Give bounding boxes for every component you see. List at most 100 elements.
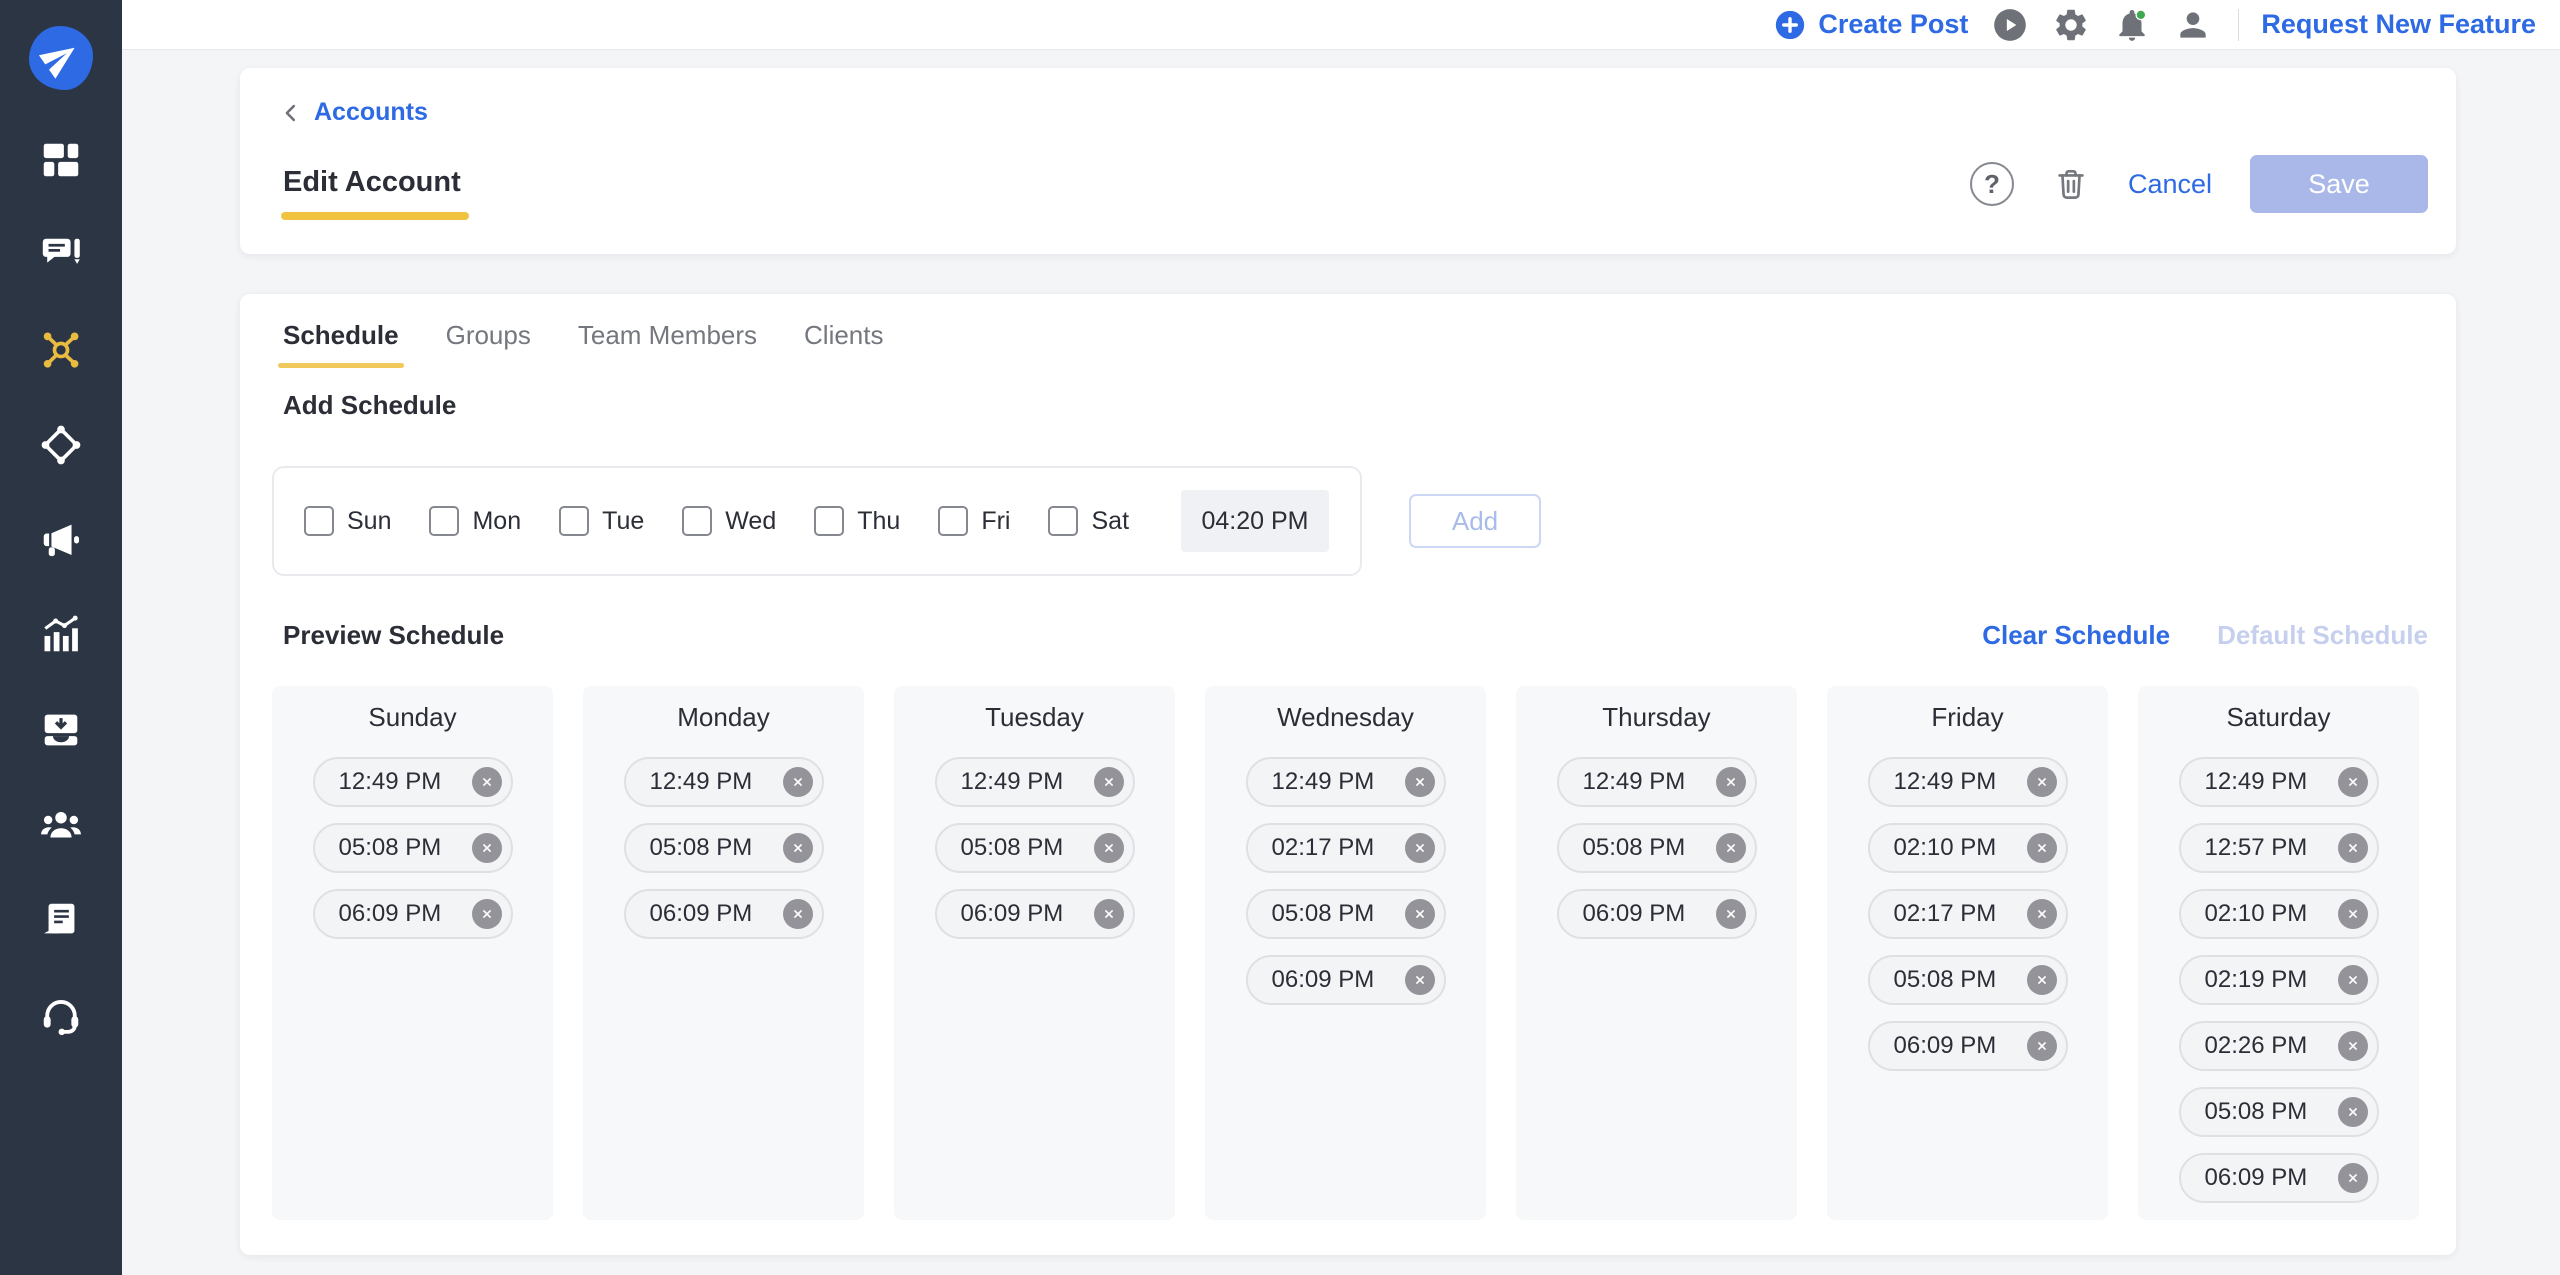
day-column-sunday: Sunday 12:49 PM 05:08 PM 06:09 PM xyxy=(272,686,553,1220)
chips-list: 12:49 PM 05:08 PM 06:09 PM xyxy=(894,757,1175,939)
day-column-title: Friday xyxy=(1931,702,2004,732)
close-icon xyxy=(1412,906,1428,922)
schedule-time-chip: 06:09 PM xyxy=(2178,1153,2379,1203)
schedule-time-chip: 02:17 PM xyxy=(1245,823,1446,873)
sidebar-item-headset[interactable] xyxy=(38,992,84,1038)
chevron-left-icon xyxy=(278,100,304,126)
close-icon xyxy=(479,840,495,856)
close-icon xyxy=(2345,906,2361,922)
help-button[interactable]: ? xyxy=(1969,162,2014,206)
remove-time-button[interactable] xyxy=(782,767,813,797)
remove-time-button[interactable] xyxy=(1715,833,1746,863)
remove-time-button[interactable] xyxy=(2337,767,2368,797)
remove-time-button[interactable] xyxy=(2026,767,2057,797)
tab-team-members[interactable]: Team Members xyxy=(578,320,757,368)
breadcrumb-back-link[interactable]: Accounts xyxy=(278,98,428,127)
schedule-time-chip: 02:10 PM xyxy=(2178,889,2379,939)
profile-icon[interactable] xyxy=(2174,6,2212,44)
request-new-feature-link[interactable]: Request New Feature xyxy=(2261,9,2536,40)
add-button[interactable]: Add xyxy=(1409,494,1541,548)
default-schedule-link[interactable]: Default Schedule xyxy=(2217,620,2428,651)
schedule-time-chip: 05:08 PM xyxy=(934,823,1135,873)
remove-time-button[interactable] xyxy=(2026,1031,2057,1061)
remove-time-button[interactable] xyxy=(1404,767,1435,797)
inbox-tray-icon xyxy=(38,707,84,753)
day-checkbox-thu[interactable] xyxy=(814,506,845,536)
tab-clients[interactable]: Clients xyxy=(804,320,883,368)
day-checkbox-tue[interactable] xyxy=(559,506,590,536)
preview-schedule-heading: Preview Schedule xyxy=(283,620,505,650)
close-icon xyxy=(2034,1038,2050,1054)
remove-time-button[interactable] xyxy=(2337,1031,2368,1061)
chip-time: 02:19 PM xyxy=(2204,966,2308,993)
day-checkbox-wed[interactable] xyxy=(682,506,713,536)
remove-time-button[interactable] xyxy=(2337,965,2368,995)
tab-groups[interactable]: Groups xyxy=(446,320,531,368)
schedule-links: Clear Schedule Default Schedule xyxy=(1982,620,2428,651)
remove-time-button[interactable] xyxy=(1715,767,1746,797)
close-icon xyxy=(2034,840,2050,856)
sidebar-item-inbox-tray[interactable] xyxy=(38,707,84,753)
sidebar-item-dashboard-grid[interactable] xyxy=(38,137,84,183)
cancel-button[interactable]: Cancel xyxy=(2128,169,2212,200)
chips-list: 12:49 PM 05:08 PM 06:09 PM xyxy=(272,757,553,939)
tabs: Schedule Groups Team Members Clients xyxy=(278,320,884,368)
remove-time-button[interactable] xyxy=(471,767,502,797)
remove-time-button[interactable] xyxy=(782,833,813,863)
remove-time-button[interactable] xyxy=(782,899,813,929)
remove-time-button[interactable] xyxy=(2337,1097,2368,1127)
topbar: Create Post Request New Feature xyxy=(122,0,2560,50)
close-icon xyxy=(790,774,806,790)
sidebar-item-bar-chart[interactable] xyxy=(38,612,84,658)
remove-time-button[interactable] xyxy=(1404,965,1435,995)
day-option-mon: Mon xyxy=(429,506,521,536)
days-checkbox-group: Sun Mon Tue Wed Thu Fri Sat 04:20 PM xyxy=(272,466,1362,576)
remove-time-button[interactable] xyxy=(1093,833,1124,863)
clear-schedule-link[interactable]: Clear Schedule xyxy=(1982,620,2170,651)
chip-time: 05:08 PM xyxy=(1271,900,1375,927)
remove-time-button[interactable] xyxy=(471,899,502,929)
create-post-label: Create Post xyxy=(1818,9,1969,39)
time-input[interactable]: 04:20 PM xyxy=(1181,490,1330,552)
day-checkbox-mon[interactable] xyxy=(429,506,460,536)
remove-time-button[interactable] xyxy=(1093,899,1124,929)
people-group-icon xyxy=(38,802,84,848)
tab-schedule[interactable]: Schedule xyxy=(278,320,404,368)
remove-time-button[interactable] xyxy=(1715,899,1746,929)
app-logo[interactable] xyxy=(29,26,93,90)
chat-pencil-icon xyxy=(38,232,84,278)
schedule-time-chip: 05:08 PM xyxy=(312,823,513,873)
save-button[interactable]: Save xyxy=(2250,155,2428,213)
day-checkbox-sat[interactable] xyxy=(1048,506,1079,536)
remove-time-button[interactable] xyxy=(2026,965,2057,995)
schedule-time-chip: 02:19 PM xyxy=(2178,955,2379,1005)
sidebar-item-diamond-nodes[interactable] xyxy=(38,422,84,468)
remove-time-button[interactable] xyxy=(2026,899,2057,929)
create-post-button[interactable]: Create Post xyxy=(1773,8,1968,42)
delete-button[interactable] xyxy=(2052,165,2090,203)
schedule-time-chip: 06:09 PM xyxy=(623,889,824,939)
close-icon xyxy=(1412,840,1428,856)
remove-time-button[interactable] xyxy=(2026,833,2057,863)
chip-time: 06:09 PM xyxy=(1582,900,1686,927)
sidebar-item-network-hub[interactable] xyxy=(38,327,84,373)
sidebar-item-chat-pencil[interactable] xyxy=(38,232,84,278)
day-checkbox-fri[interactable] xyxy=(938,506,969,536)
remove-time-button[interactable] xyxy=(2337,899,2368,929)
play-circle-icon[interactable] xyxy=(1991,6,2029,44)
diamond-nodes-icon xyxy=(38,422,84,468)
schedule-time-chip: 12:49 PM xyxy=(934,757,1135,807)
sidebar-item-people-group[interactable] xyxy=(38,802,84,848)
gear-icon[interactable] xyxy=(2052,6,2090,44)
remove-time-button[interactable] xyxy=(1404,899,1435,929)
remove-time-button[interactable] xyxy=(2337,833,2368,863)
sidebar-item-megaphone[interactable] xyxy=(38,517,84,563)
sidebar-item-document-stack[interactable] xyxy=(38,897,84,943)
remove-time-button[interactable] xyxy=(2337,1163,2368,1193)
bell-icon[interactable] xyxy=(2113,6,2151,44)
day-checkbox-sun[interactable] xyxy=(304,506,334,536)
remove-time-button[interactable] xyxy=(1404,833,1435,863)
remove-time-button[interactable] xyxy=(1093,767,1124,797)
remove-time-button[interactable] xyxy=(471,833,502,863)
close-icon xyxy=(790,840,806,856)
